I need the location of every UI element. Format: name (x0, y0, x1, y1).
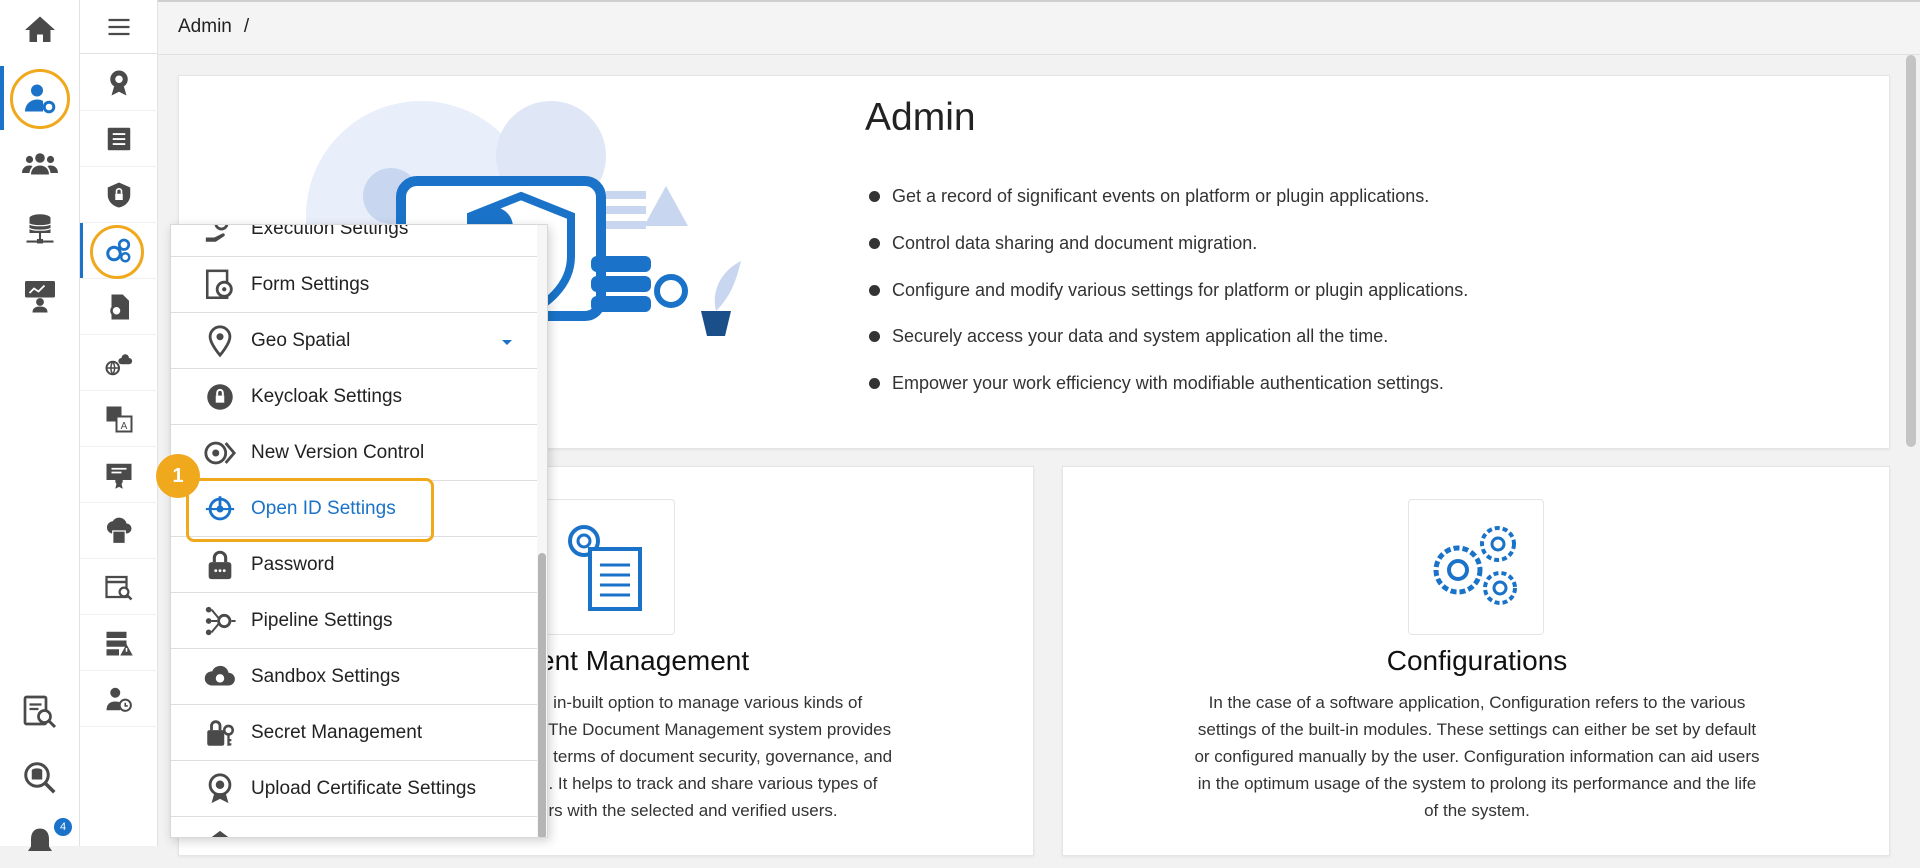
menu-item-partial[interactable] (171, 817, 537, 837)
audit-badge-icon[interactable] (80, 55, 158, 111)
server-alert-icon[interactable] (80, 615, 158, 671)
certificate-badge-icon (208, 772, 232, 803)
version-control-icon (204, 441, 237, 464)
breadcrumb: Admin / (178, 16, 261, 38)
highlight-ring (10, 69, 70, 129)
pipeline-gear-icon (205, 606, 236, 635)
configurations-title: Configurations (1386, 645, 1568, 676)
menu-item-secret-management[interactable]: Secret Management (171, 705, 537, 761)
primary-nav-rail: 4 (0, 0, 80, 851)
menu-item-geo-spatial[interactable]: Geo Spatial (171, 313, 537, 369)
breadcrumb-separator: / (243, 16, 250, 37)
home-icon[interactable] (0, 4, 80, 56)
menu-item-upload-certificate-settings[interactable]: Upload Certificate Settings (171, 761, 537, 817)
sandbox-cloud-gear-icon (204, 665, 235, 685)
configuration-gears-icon (1433, 526, 1517, 605)
menu-item-sandbox-settings[interactable]: Sandbox Settings (171, 649, 537, 705)
highlight-ring (90, 225, 144, 279)
execution-hand-gear-icon (205, 225, 229, 242)
report-search-icon[interactable] (0, 686, 80, 738)
menu-item-execution-settings[interactable]: Execution Settings (171, 225, 537, 257)
hamburger-menu-icon[interactable] (80, 0, 158, 54)
cloud-server-icon[interactable] (80, 503, 158, 559)
menu-item-keycloak-settings[interactable]: Keycloak Settings (171, 369, 537, 425)
partial-item-icon (211, 830, 229, 837)
configurations-icon-box (1408, 499, 1544, 635)
menu-item-new-version-control[interactable]: New Version Control (171, 425, 537, 481)
invoice-list-icon[interactable] (80, 111, 158, 167)
top-header: Admin / (158, 0, 1920, 55)
svg-text:A: A (121, 421, 128, 432)
breadcrumb-admin[interactable]: Admin (178, 16, 232, 37)
data-search-icon[interactable] (0, 752, 80, 804)
security-shield-icon[interactable] (80, 167, 158, 223)
hero-bullet: Securely access your data and system app… (869, 326, 1388, 347)
database-network-icon[interactable] (0, 204, 80, 256)
certificate-icon[interactable] (80, 447, 158, 503)
translate-language-icon[interactable]: A (80, 391, 158, 447)
notification-count-badge: 4 (54, 818, 72, 836)
map-pin-icon (208, 324, 232, 357)
menu-item-form-settings[interactable]: Form Settings (171, 257, 537, 313)
lock-key-icon (207, 719, 235, 746)
globe-cloud-sync-icon[interactable] (80, 335, 158, 391)
users-group-icon[interactable] (0, 138, 80, 190)
menu-item-pipeline-settings[interactable]: Pipeline Settings (171, 593, 537, 649)
keycloak-gear-lock-icon (207, 383, 233, 410)
menu-scrollbar-thumb[interactable] (538, 553, 546, 837)
hero-bullet: Get a record of significant events on pl… (869, 186, 1429, 207)
user-clock-icon[interactable] (80, 671, 158, 727)
page-title: Admin (865, 96, 976, 139)
calendar-search-icon[interactable] (80, 559, 158, 615)
page-scrollbar-thumb[interactable] (1906, 55, 1916, 447)
admin-sub-nav: A (80, 0, 158, 846)
hero-bullet: Control data sharing and document migrat… (869, 233, 1257, 254)
chevron-down-icon[interactable] (501, 339, 513, 347)
configurations-description: In the case of a software application, C… (1194, 693, 1760, 820)
documents-gear-icon (568, 525, 642, 611)
padlock-icon (208, 550, 232, 579)
document-gear-icon[interactable] (80, 279, 158, 335)
document-management-description: n in-built option to manage various kind… (539, 693, 893, 820)
menu-item-password[interactable]: Password (171, 537, 537, 593)
form-gear-icon (205, 269, 233, 299)
hero-bullet: Configure and modify various settings fo… (869, 280, 1468, 301)
presentation-user-icon[interactable] (0, 270, 80, 322)
document-management-title: ent Management (539, 645, 750, 676)
step-highlight-box (186, 478, 434, 542)
document-management-icon-box (539, 499, 675, 635)
hero-bullet: Empower your work efficiency with modifi… (869, 373, 1444, 394)
step-number-badge: 1 (156, 454, 200, 498)
configurations-card[interactable]: Configurations In the case of a software… (1062, 466, 1890, 856)
